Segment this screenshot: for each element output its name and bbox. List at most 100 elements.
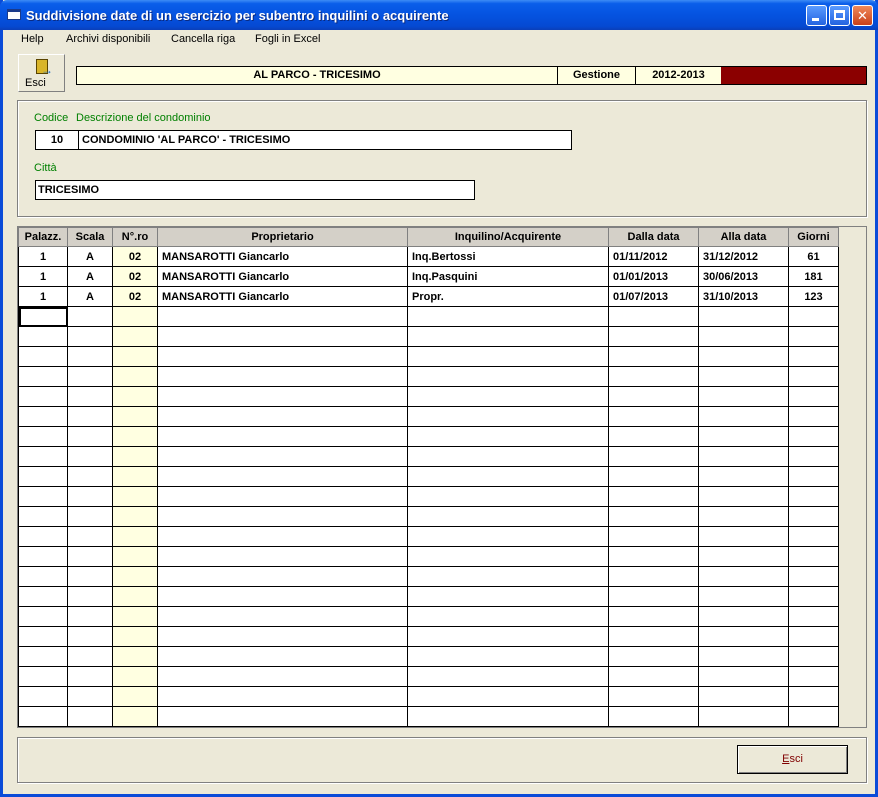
cell-scala[interactable] [67,406,113,427]
cell-palazz[interactable] [18,366,68,387]
cell-inquilino[interactable] [407,646,609,667]
cell-numero[interactable] [112,326,158,347]
cell-palazz[interactable] [18,326,68,347]
cell-proprietario[interactable] [157,466,408,487]
cell-numero[interactable] [112,406,158,427]
cell-numero[interactable] [112,686,158,707]
cell-alla-data[interactable] [698,426,789,447]
cell-dalla-data[interactable] [608,626,699,647]
table-row[interactable] [18,706,839,727]
cell-giorni[interactable] [788,366,839,387]
cell-inquilino[interactable] [407,506,609,527]
cell-scala[interactable] [67,606,113,627]
cell-proprietario[interactable] [157,406,408,427]
cell-giorni[interactable] [788,386,839,407]
cell-proprietario[interactable]: MANSAROTTI Giancarlo [157,246,408,267]
cell-giorni[interactable] [788,626,839,647]
cell-palazz[interactable] [18,426,68,447]
cell-inquilino[interactable]: Propr. [407,286,609,307]
cell-inquilino[interactable]: Inq.Pasquini [407,266,609,287]
cell-numero[interactable] [112,346,158,367]
cell-palazz[interactable] [18,306,68,327]
cell-alla-data[interactable] [698,406,789,427]
cell-dalla-data[interactable] [608,486,699,507]
cell-giorni[interactable] [788,486,839,507]
cell-scala[interactable]: A [67,286,113,307]
cell-proprietario[interactable] [157,386,408,407]
col-header-inquilino[interactable]: Inquilino/Acquirente [407,227,609,247]
cell-inquilino[interactable] [407,546,609,567]
menu-fogli-in-excel[interactable]: Fogli in Excel [255,33,320,45]
cell-giorni[interactable] [788,326,839,347]
table-row[interactable] [18,426,839,447]
cell-proprietario[interactable] [157,426,408,447]
cell-proprietario[interactable] [157,626,408,647]
cell-dalla-data[interactable]: 01/07/2013 [608,286,699,307]
cell-numero[interactable] [112,386,158,407]
cell-palazz[interactable]: 1 [18,286,68,307]
col-header-giorni[interactable]: Giorni [788,227,839,247]
cell-dalla-data[interactable] [608,446,699,467]
table-row[interactable] [18,466,839,487]
cell-numero[interactable] [112,366,158,387]
table-row[interactable] [18,646,839,667]
cell-dalla-data[interactable]: 01/11/2012 [608,246,699,267]
cell-dalla-data[interactable] [608,426,699,447]
cell-alla-data[interactable]: 31/10/2013 [698,286,789,307]
cell-alla-data[interactable] [698,506,789,527]
cell-proprietario[interactable] [157,706,408,727]
cell-scala[interactable] [67,626,113,647]
descrizione-field[interactable]: CONDOMINIO 'AL PARCO' - TRICESIMO [78,130,572,150]
cell-palazz[interactable] [18,526,68,547]
cell-dalla-data[interactable] [608,386,699,407]
cell-palazz[interactable] [18,566,68,587]
cell-inquilino[interactable] [407,706,609,727]
cell-proprietario[interactable] [157,686,408,707]
table-row[interactable] [18,626,839,647]
col-header-scala[interactable]: Scala [67,227,113,247]
cell-alla-data[interactable] [698,706,789,727]
cell-alla-data[interactable] [698,326,789,347]
cell-palazz[interactable]: 1 [18,266,68,287]
cell-dalla-data[interactable] [608,346,699,367]
cell-dalla-data[interactable] [608,566,699,587]
cell-scala[interactable] [67,326,113,347]
cell-dalla-data[interactable] [608,686,699,707]
cell-giorni[interactable] [788,526,839,547]
cell-inquilino[interactable] [407,606,609,627]
cell-numero[interactable] [112,586,158,607]
cell-numero[interactable] [112,666,158,687]
cell-inquilino[interactable] [407,566,609,587]
col-header-numero[interactable]: N°.ro [112,227,158,247]
menu-cancella-riga[interactable]: Cancella riga [171,33,235,45]
cell-alla-data[interactable] [698,446,789,467]
cell-inquilino[interactable]: Inq.Bertossi [407,246,609,267]
cell-numero[interactable] [112,446,158,467]
cell-numero[interactable] [112,626,158,647]
cell-scala[interactable] [67,506,113,527]
cell-proprietario[interactable] [157,606,408,627]
cell-alla-data[interactable] [698,606,789,627]
cell-inquilino[interactable] [407,346,609,367]
cell-scala[interactable] [67,386,113,407]
cell-inquilino[interactable] [407,466,609,487]
cell-alla-data[interactable] [698,666,789,687]
cell-dalla-data[interactable] [608,586,699,607]
cell-inquilino[interactable] [407,306,609,327]
codice-field[interactable]: 10 [35,130,79,150]
cell-alla-data[interactable] [698,626,789,647]
cell-scala[interactable] [67,586,113,607]
cell-proprietario[interactable] [157,566,408,587]
cell-dalla-data[interactable] [608,606,699,627]
cell-dalla-data[interactable] [608,406,699,427]
cell-dalla-data[interactable]: 01/01/2013 [608,266,699,287]
cell-giorni[interactable] [788,606,839,627]
cell-alla-data[interactable] [698,386,789,407]
cell-proprietario[interactable] [157,326,408,347]
cell-giorni[interactable] [788,646,839,667]
cell-dalla-data[interactable] [608,326,699,347]
cell-palazz[interactable] [18,646,68,667]
cell-alla-data[interactable] [698,486,789,507]
title-bar[interactable]: Suddivisione date di un esercizio per su… [0,0,878,30]
table-row[interactable] [18,686,839,707]
